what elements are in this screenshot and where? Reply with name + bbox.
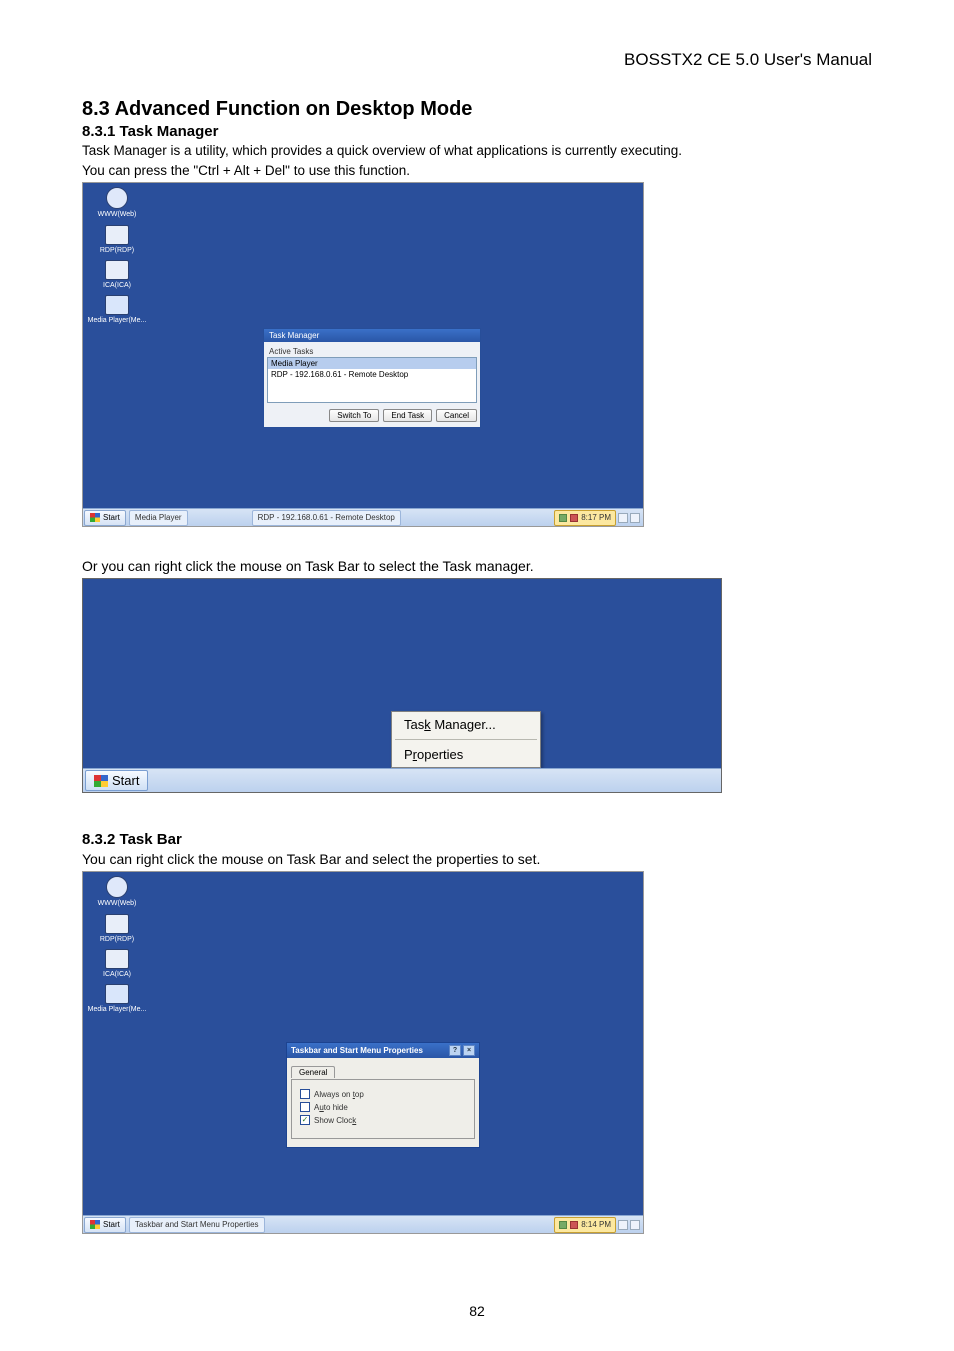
menu-item-properties[interactable]: Properties — [392, 742, 540, 767]
icon-label: WWW(Web) — [98, 211, 137, 218]
tray-icon[interactable] — [570, 1221, 578, 1229]
option-show-clock[interactable]: ✓ Show Clock — [300, 1115, 466, 1125]
close-button[interactable]: × — [463, 1045, 475, 1056]
menu-item-task-manager[interactable]: Task Manager... — [392, 712, 540, 737]
list-item[interactable]: Media Player — [268, 358, 476, 369]
icon-label: Media Player(Me... — [88, 317, 147, 324]
icon-label: RDP(RDP) — [100, 247, 134, 254]
cancel-button[interactable]: Cancel — [436, 409, 477, 422]
checkbox-checked[interactable]: ✓ — [300, 1115, 310, 1125]
tray-icon[interactable] — [559, 1221, 567, 1229]
windows-flag-icon — [90, 513, 100, 522]
task-manager-window: Task Manager Active Tasks Media Player R… — [263, 328, 481, 428]
windows-flag-icon — [94, 775, 108, 787]
paragraph: You can press the "Ctrl + Alt + Del" to … — [82, 162, 872, 180]
desktop-icons: WWW(Web) RDP(RDP) ICA(ICA) Media Player(… — [87, 187, 147, 330]
tray-icon[interactable] — [559, 514, 567, 522]
media-icon — [105, 984, 129, 1004]
desktop-icon-rdp[interactable]: RDP(RDP) — [87, 914, 147, 943]
switch-to-button[interactable]: Switch To — [329, 409, 379, 422]
taskbar-item-label: Taskbar and Start Menu Properties — [135, 1220, 259, 1229]
paragraph: You can right click the mouse on Task Ba… — [82, 850, 872, 869]
doc-header: BOSSTX2 CE 5.0 User's Manual — [82, 50, 872, 70]
icon-label: ICA(ICA) — [103, 971, 131, 978]
window-body: Active Tasks Media Player RDP - 192.168.… — [264, 342, 480, 427]
list-item[interactable]: RDP - 192.168.0.61 - Remote Desktop — [268, 369, 476, 380]
window-title: Task Manager — [264, 329, 480, 342]
clock: 8:14 PM — [581, 1220, 611, 1229]
help-button[interactable]: ? — [449, 1045, 461, 1056]
show-desktop-icon[interactable] — [618, 513, 628, 523]
tray-misc-icon[interactable] — [630, 513, 640, 523]
screenshot-taskbar-properties: WWW(Web) RDP(RDP) ICA(ICA) Media Player(… — [82, 871, 644, 1234]
tab-panel: Always on top Auto hide ✓ Show Clock — [291, 1079, 475, 1139]
rdp-icon — [105, 225, 129, 245]
active-tasks-label: Active Tasks — [269, 347, 475, 356]
start-button[interactable]: Start — [84, 510, 126, 526]
taskbar-context-menu: Task Manager... Properties — [391, 711, 541, 768]
desktop-icon-ica[interactable]: ICA(ICA) — [87, 949, 147, 978]
rdp-icon — [105, 914, 129, 934]
taskbar-item-media[interactable]: Media Player — [129, 510, 188, 526]
taskbar-item-properties[interactable]: Taskbar and Start Menu Properties — [129, 1217, 265, 1233]
taskbar[interactable]: Start Taskbar and Start Menu Properties … — [83, 1215, 643, 1233]
start-label: Start — [112, 773, 139, 788]
globe-icon — [106, 876, 128, 898]
windows-flag-icon — [90, 1220, 100, 1229]
tray-end-icons — [618, 513, 640, 523]
option-always-on-top[interactable]: Always on top — [300, 1089, 466, 1099]
taskbar[interactable]: Start Media Player RDP - 192.168.0.61 - … — [83, 508, 643, 526]
page-number: 82 — [0, 1303, 954, 1319]
tray-misc-icon[interactable] — [630, 1220, 640, 1230]
taskbar-properties-window: Taskbar and Start Menu Properties ? × Ge… — [286, 1042, 480, 1148]
start-button[interactable]: Start — [84, 1217, 126, 1233]
ica-icon — [105, 260, 129, 280]
active-tasks-list[interactable]: Media Player RDP - 192.168.0.61 - Remote… — [267, 357, 477, 403]
start-label: Start — [103, 513, 120, 522]
icon-label: RDP(RDP) — [100, 936, 134, 943]
screenshot-context-menu: Task Manager... Properties Start — [82, 578, 722, 793]
tray-end-icons — [618, 1220, 640, 1230]
taskbar-item-rdp[interactable]: RDP - 192.168.0.61 - Remote Desktop — [252, 510, 401, 526]
system-tray[interactable]: 8:17 PM — [554, 510, 616, 526]
start-button[interactable]: Start — [85, 770, 148, 791]
tab-general[interactable]: General — [291, 1066, 335, 1078]
desktop-icon-media[interactable]: Media Player(Me... — [87, 984, 147, 1013]
checkbox[interactable] — [300, 1102, 310, 1112]
icon-label: ICA(ICA) — [103, 282, 131, 289]
taskbar-item-label: RDP - 192.168.0.61 - Remote Desktop — [258, 513, 395, 522]
ica-icon — [105, 949, 129, 969]
paragraph: Or you can right click the mouse on Task… — [82, 557, 872, 576]
icon-label: Media Player(Me... — [88, 1006, 147, 1013]
globe-icon — [106, 187, 128, 209]
desktop-icon-rdp[interactable]: RDP(RDP) — [87, 225, 147, 254]
desktop-icons: WWW(Web) RDP(RDP) ICA(ICA) Media Player(… — [87, 876, 147, 1019]
media-icon — [105, 295, 129, 315]
show-desktop-icon[interactable] — [618, 1220, 628, 1230]
icon-label: WWW(Web) — [98, 900, 137, 907]
desktop-icon-www[interactable]: WWW(Web) — [87, 187, 147, 218]
window-title-bar: Taskbar and Start Menu Properties ? × — [287, 1043, 479, 1058]
desktop-icon-media[interactable]: Media Player(Me... — [87, 295, 147, 324]
taskbar-item-label: Media Player — [135, 513, 182, 522]
window-body: General Always on top Auto hide ✓ Show C… — [287, 1058, 479, 1147]
end-task-button[interactable]: End Task — [383, 409, 432, 422]
screenshot-task-manager: WWW(Web) RDP(RDP) ICA(ICA) Media Player(… — [82, 182, 644, 527]
start-label: Start — [103, 1220, 120, 1229]
system-tray[interactable]: 8:14 PM — [554, 1217, 616, 1233]
section-heading: 8.3 Advanced Function on Desktop Mode — [82, 98, 872, 121]
desktop-icon-www[interactable]: WWW(Web) — [87, 876, 147, 907]
option-auto-hide[interactable]: Auto hide — [300, 1102, 466, 1112]
menu-separator — [395, 739, 537, 740]
button-row: Switch To End Task Cancel — [267, 409, 477, 422]
subsection-heading-task-manager: 8.3.1 Task Manager — [82, 123, 872, 140]
taskbar[interactable]: Start — [83, 768, 721, 792]
tray-icon[interactable] — [570, 514, 578, 522]
desktop-icon-ica[interactable]: ICA(ICA) — [87, 260, 147, 289]
paragraph: Task Manager is a utility, which provide… — [82, 142, 872, 160]
window-title: Taskbar and Start Menu Properties — [291, 1046, 423, 1055]
checkbox[interactable] — [300, 1089, 310, 1099]
subsection-heading-task-bar: 8.3.2 Task Bar — [82, 831, 872, 848]
clock: 8:17 PM — [581, 513, 611, 522]
